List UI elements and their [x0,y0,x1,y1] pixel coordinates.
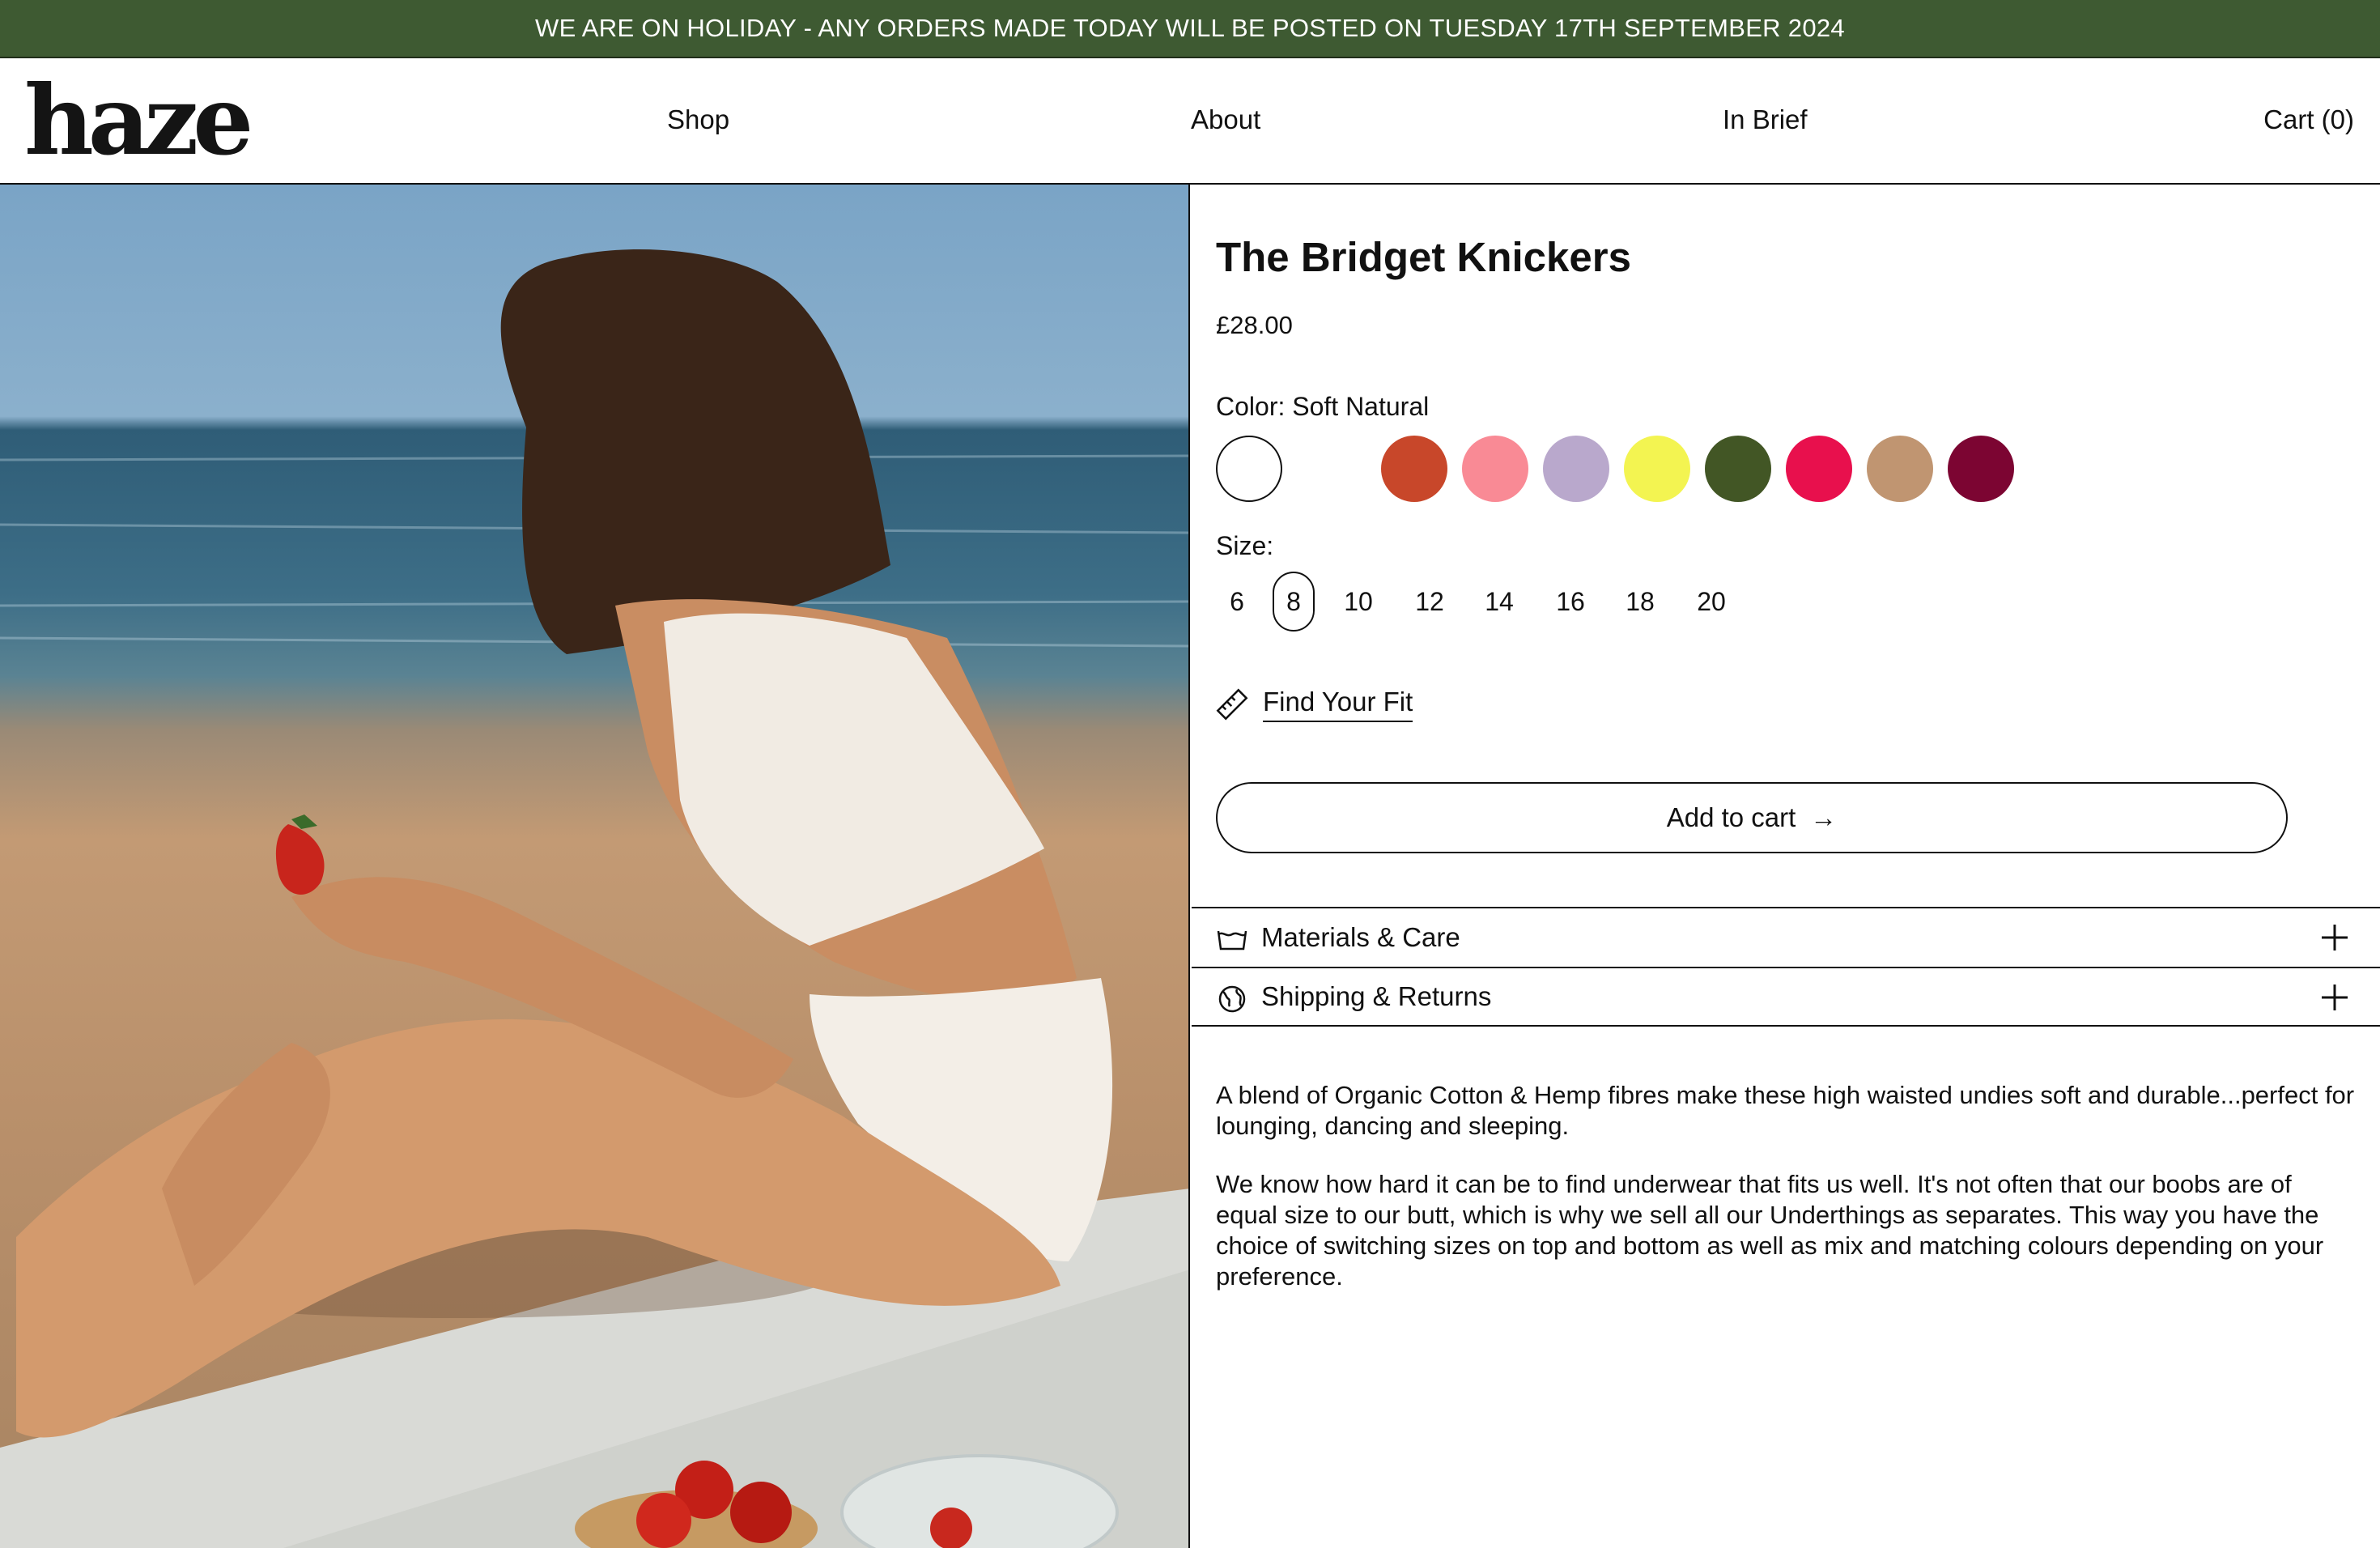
color-swatch[interactable] [1543,436,1609,502]
description-paragraph: We know how hard it can be to find under… [1216,1170,2324,1291]
accordion-materials-care[interactable]: Materials & Care [1192,907,2380,967]
plus-icon [2322,925,2348,950]
beach-photo-illustration [0,249,1188,1548]
plus-icon [2322,985,2348,1010]
size-option[interactable]: 6 [1216,572,1258,632]
nav-about[interactable]: About [1191,104,1260,136]
globe-icon [1218,985,1246,1013]
size-option[interactable]: 16 [1545,572,1596,632]
nav-in-brief[interactable]: In Brief [1723,104,1808,136]
product-photo [0,185,1190,1548]
add-to-cart-label: Add to cart [1666,802,1796,832]
size-option[interactable]: 12 [1404,572,1456,632]
color-swatch[interactable] [1462,436,1528,502]
color-swatch[interactable] [1786,436,1852,502]
accordion-shipping-returns[interactable]: Shipping & Returns [1192,967,2380,1027]
color-swatch[interactable] [1216,436,1282,502]
color-swatch[interactable] [1381,436,1447,502]
site-header: haze Shop About In Brief Cart (0) [0,58,2380,185]
product-price: £28.00 [1216,311,1293,339]
cart-link[interactable]: Cart (0) [2263,104,2354,136]
size-option[interactable]: 8 [1273,572,1315,632]
color-label: Color: Soft Natural [1216,392,1430,421]
washing-tub-icon [1217,930,1247,950]
color-swatch[interactable] [1624,436,1690,502]
find-your-fit-link[interactable]: Find Your Fit [1216,687,1413,722]
haze-logo[interactable]: haze [24,68,253,173]
ruler-icon [1216,688,1248,721]
shipping-returns-label: Shipping & Returns [1261,981,1492,1011]
description-paragraph: A blend of Organic Cotton & Hemp fibres … [1216,1081,2355,1140]
arrow-right-icon: → [1810,802,1838,832]
size-option[interactable]: 14 [1473,572,1525,632]
nav-shop[interactable]: Shop [667,104,729,136]
size-option[interactable]: 18 [1614,572,1666,632]
color-swatch[interactable] [1867,436,1933,502]
product-panel: The Bridget Knickers £28.00 Color: Soft … [1192,185,2380,1548]
size-label: Size: [1216,531,1274,560]
holiday-banner: WE ARE ON HOLIDAY - ANY ORDERS MADE TODA… [0,0,2380,58]
product-title: The Bridget Knickers [1216,234,1631,280]
materials-care-label: Materials & Care [1261,922,1460,952]
product-description: A blend of Organic Cotton & Hemp fibres … [1216,1080,2357,1320]
banner-text: WE ARE ON HOLIDAY - ANY ORDERS MADE TODA… [535,14,1845,42]
add-to-cart-button[interactable]: Add to cart → [1216,782,2288,853]
size-option[interactable]: 10 [1332,572,1384,632]
color-swatch[interactable] [1948,436,2014,502]
color-swatch[interactable] [1705,436,1771,502]
find-your-fit-label: Find Your Fit [1263,687,1413,722]
size-option[interactable]: 20 [1685,572,1737,632]
